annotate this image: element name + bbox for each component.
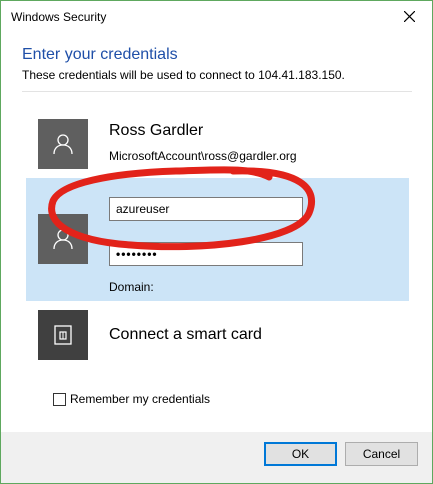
remember-label: Remember my credentials <box>70 392 211 406</box>
user-icon <box>38 214 88 264</box>
cancel-button[interactable]: Cancel <box>345 442 418 466</box>
dialog-subheading: These credentials will be used to connec… <box>22 68 345 82</box>
remember-credentials[interactable]: Remember my credentials <box>53 392 210 406</box>
smart-card-icon <box>38 310 88 360</box>
account-id: MicrosoftAccount\ross@gardler.org <box>109 149 297 163</box>
username-field[interactable] <box>109 197 303 221</box>
remember-checkbox[interactable] <box>53 392 66 406</box>
password-field[interactable]: •••••••• <box>109 242 303 266</box>
smart-card-label: Connect a smart card <box>109 326 262 343</box>
ok-button[interactable]: OK <box>264 442 337 466</box>
close-button[interactable] <box>386 1 432 32</box>
divider <box>22 91 412 92</box>
credentials-dialog: Windows Security Enter your credentials … <box>0 0 433 484</box>
domain-label: Domain: <box>109 280 154 294</box>
dialog-heading: Enter your credentials <box>22 46 178 63</box>
title-bar: Windows Security <box>1 1 432 32</box>
account-name: Ross Gardler <box>109 122 204 139</box>
user-icon <box>38 119 88 169</box>
window-title: Windows Security <box>11 10 107 24</box>
close-icon <box>403 11 415 22</box>
